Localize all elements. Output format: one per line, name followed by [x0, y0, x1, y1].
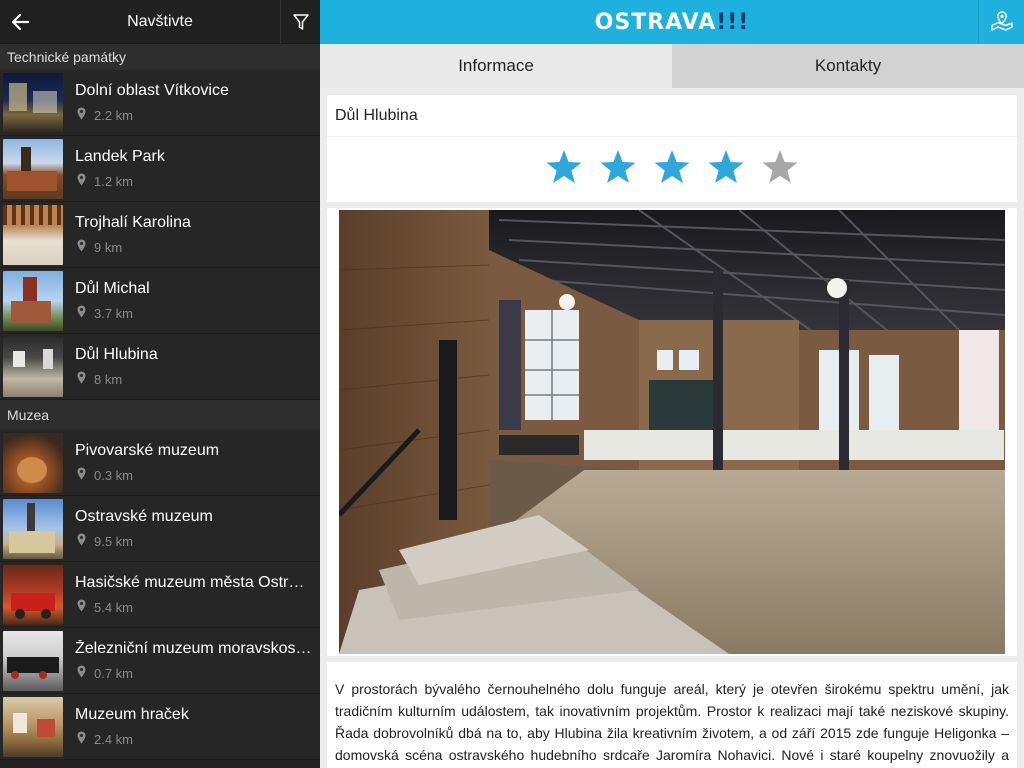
photo-card	[327, 208, 1017, 656]
sidebar: Navštivte Technické památky Dolní oblast…	[0, 0, 320, 768]
detail-panel: OSTRAVA!!! Informace Kontakty Důl Hlubin…	[320, 0, 1024, 768]
location-pin-icon	[77, 173, 86, 189]
item-distance: 9 km	[94, 239, 123, 255]
item-name: Železniční muzeum moravskoslezské	[75, 640, 312, 657]
thumbnail-image	[3, 204, 63, 265]
tab-kontakty[interactable]: Kontakty	[672, 44, 1024, 88]
app-header: OSTRAVA!!!	[320, 0, 1024, 44]
item-distance: 8 km	[94, 371, 123, 387]
location-pin-icon	[77, 467, 86, 483]
item-distance: 0.7 km	[94, 665, 134, 681]
list-item[interactable]: Muzeum hraček 2.4 km	[0, 694, 320, 760]
thumbnail-image	[3, 498, 63, 559]
location-pin-icon	[77, 665, 86, 681]
location-pin-icon	[77, 107, 86, 123]
location-pin-icon	[77, 305, 86, 321]
list-item[interactable]: Pivovarské muzeum 0.3 km	[0, 430, 320, 496]
filter-button[interactable]	[280, 0, 320, 44]
star-filled-icon[interactable]	[599, 149, 637, 185]
rating-stars[interactable]	[327, 137, 1017, 185]
location-pin-icon	[77, 731, 86, 747]
item-name: Ostravské muzeum	[75, 508, 213, 525]
location-pin-icon	[77, 239, 86, 255]
location-pin-icon	[77, 371, 86, 387]
list-item[interactable]: Důl Michal 3.7 km	[0, 268, 320, 334]
list-item[interactable]: Důl Hlubina 8 km	[0, 334, 320, 400]
title-card: Důl Hlubina	[327, 95, 1017, 202]
thumbnail-image	[3, 696, 63, 757]
arrow-left-icon	[11, 13, 30, 30]
item-distance: 5.4 km	[94, 599, 134, 615]
location-pin-icon	[77, 599, 86, 615]
sidebar-title: Navštivte	[127, 12, 193, 30]
item-name: Landek Park	[75, 148, 165, 165]
thumbnail-image	[3, 336, 63, 397]
item-name: Hasičské muzeum města Ostravy	[75, 574, 312, 591]
item-name: Pivovarské muzeum	[75, 442, 220, 459]
thumbnail-image	[3, 270, 63, 331]
map-button[interactable]	[978, 0, 1024, 44]
star-filled-icon[interactable]	[545, 149, 583, 185]
thumbnail-image	[3, 564, 63, 625]
item-distance: 1.2 km	[94, 173, 134, 189]
place-photo[interactable]	[339, 210, 1005, 654]
list-item[interactable]: Hasičské muzeum města Ostravy 5.4 km	[0, 562, 320, 628]
description-card: V prostorách bývalého černouhelného dolu…	[327, 662, 1017, 768]
filter-icon	[292, 14, 309, 30]
section-header-technical: Technické památky	[0, 44, 320, 70]
list-item[interactable]: Trojhalí Karolina 9 km	[0, 202, 320, 268]
tab-informace[interactable]: Informace	[320, 44, 672, 88]
item-name: Důl Hlubina	[75, 346, 158, 363]
item-name: Důl Michal	[75, 280, 150, 297]
list-item[interactable]: Dolní oblast Vítkovice 2.2 km	[0, 70, 320, 136]
thumbnail-image	[3, 138, 63, 199]
item-distance: 9.5 km	[94, 533, 134, 549]
star-filled-icon[interactable]	[653, 149, 691, 185]
item-distance: 2.2 km	[94, 107, 134, 123]
star-filled-icon[interactable]	[707, 149, 745, 185]
back-button[interactable]	[0, 0, 40, 44]
item-name: Trojhalí Karolina	[75, 214, 191, 231]
place-title: Důl Hlubina	[327, 95, 1017, 137]
tab-bar: Informace Kontakty	[320, 44, 1024, 88]
list-item[interactable]: Ostravské muzeum 9.5 km	[0, 496, 320, 562]
location-pin-icon	[77, 533, 86, 549]
list-item[interactable]: Landek Park 1.2 km	[0, 136, 320, 202]
thumbnail-image	[3, 630, 63, 691]
list-item[interactable]: Železniční muzeum moravskoslezské 0.7 km	[0, 628, 320, 694]
place-description: V prostorách bývalého černouhelného dolu…	[335, 681, 1009, 763]
item-distance: 3.7 km	[94, 305, 134, 321]
item-name: Muzeum hraček	[75, 706, 189, 723]
section-header-museums: Muzea	[0, 400, 320, 430]
star-empty-icon[interactable]	[761, 149, 799, 185]
thumbnail-image	[3, 72, 63, 133]
sidebar-header: Navštivte	[0, 0, 320, 44]
app-logo: OSTRAVA!!!	[594, 9, 750, 35]
thumbnail-image	[3, 432, 63, 493]
item-distance: 2.4 km	[94, 731, 134, 747]
item-name: Dolní oblast Vítkovice	[75, 82, 229, 99]
map-icon	[990, 11, 1013, 31]
item-distance: 0.3 km	[94, 467, 134, 483]
